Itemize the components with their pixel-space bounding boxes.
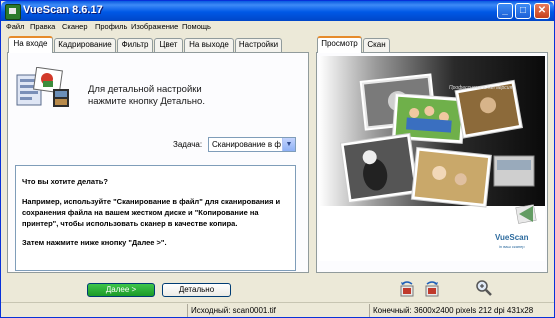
- status-empty: [1, 304, 187, 317]
- menu-help[interactable]: Помощь: [182, 21, 211, 32]
- task-label: Задача:: [173, 140, 203, 149]
- maximize-button[interactable]: □: [515, 3, 531, 19]
- next-button[interactable]: Далее >: [87, 283, 155, 297]
- menu-image[interactable]: Изображение: [131, 21, 178, 32]
- menu-scanner[interactable]: Сканер: [62, 21, 88, 32]
- task-dropdown[interactable]: Сканирование в ф ▼: [208, 137, 296, 152]
- close-button[interactable]: ✕: [534, 3, 550, 19]
- zoom-icon[interactable]: [475, 279, 493, 297]
- rotate-right-icon[interactable]: [423, 280, 441, 298]
- status-output: Конечный: 3600x2400 pixels 212 dpi 431x2…: [369, 304, 554, 317]
- tab-crop[interactable]: Кадрирование: [54, 38, 116, 52]
- help-next: Затем нажмите ниже кнопку "Далее >".: [22, 238, 167, 247]
- status-bar: Исходный: scan0001.tif Конечный: 3600x24…: [1, 302, 554, 317]
- menu-edit[interactable]: Правка: [30, 21, 55, 32]
- status-source: Исходный: scan0001.tif: [187, 304, 369, 317]
- minimize-button[interactable]: _: [497, 3, 513, 19]
- tips-illustration-icon: [16, 67, 69, 107]
- help-question: Что вы хотите делать?: [22, 177, 108, 186]
- vuescan-app-icon: [5, 4, 21, 20]
- chevron-down-icon[interactable]: ▼: [282, 138, 295, 151]
- vuescan-logo: [515, 204, 537, 224]
- tab-color[interactable]: Цвет: [154, 38, 183, 52]
- preview-caption: Профессиональная версия: [449, 85, 513, 91]
- window-title: VueScan 8.6.17: [23, 4, 103, 16]
- help-text-box: Что вы хотите делать? Например, использу…: [15, 165, 296, 271]
- task-dropdown-value: Сканирование в ф: [212, 140, 281, 149]
- vuescan-window: VueScan 8.6.17 _ □ ✕ Файл Правка Сканер …: [0, 0, 555, 318]
- tip-text: Для детальной настройки нажмите кнопку Д…: [88, 84, 288, 108]
- preview-brand: VueScan: [495, 233, 529, 242]
- tab-prefs[interactable]: Настройки: [235, 38, 282, 52]
- tab-input[interactable]: На входе: [8, 36, 53, 53]
- tab-scan[interactable]: Скан: [363, 38, 390, 52]
- menu-profile[interactable]: Профиль: [95, 21, 127, 32]
- tab-preview[interactable]: Просмотр: [317, 36, 362, 53]
- tip-line-2: нажмите кнопку Детально.: [88, 96, 205, 107]
- menu-file[interactable]: Файл: [6, 21, 24, 32]
- help-example: Например, используйте "Сканирование в фа…: [22, 197, 281, 228]
- detail-button[interactable]: Детально: [162, 283, 231, 297]
- preview-image: Профессиональная версия VueScan in ваш с…: [319, 56, 545, 261]
- rotate-left-icon[interactable]: [398, 280, 416, 298]
- title-bar: VueScan 8.6.17 _ □ ✕: [1, 1, 554, 21]
- tab-filter[interactable]: Фильтр: [117, 38, 153, 52]
- tip-line-1: Для детальной настройки: [88, 84, 202, 95]
- menu-bar: Файл Правка Сканер Профиль Изображение П…: [1, 21, 554, 32]
- preview-tagline: in ваш сканер: [499, 244, 525, 249]
- tab-output[interactable]: На выходе: [184, 38, 234, 52]
